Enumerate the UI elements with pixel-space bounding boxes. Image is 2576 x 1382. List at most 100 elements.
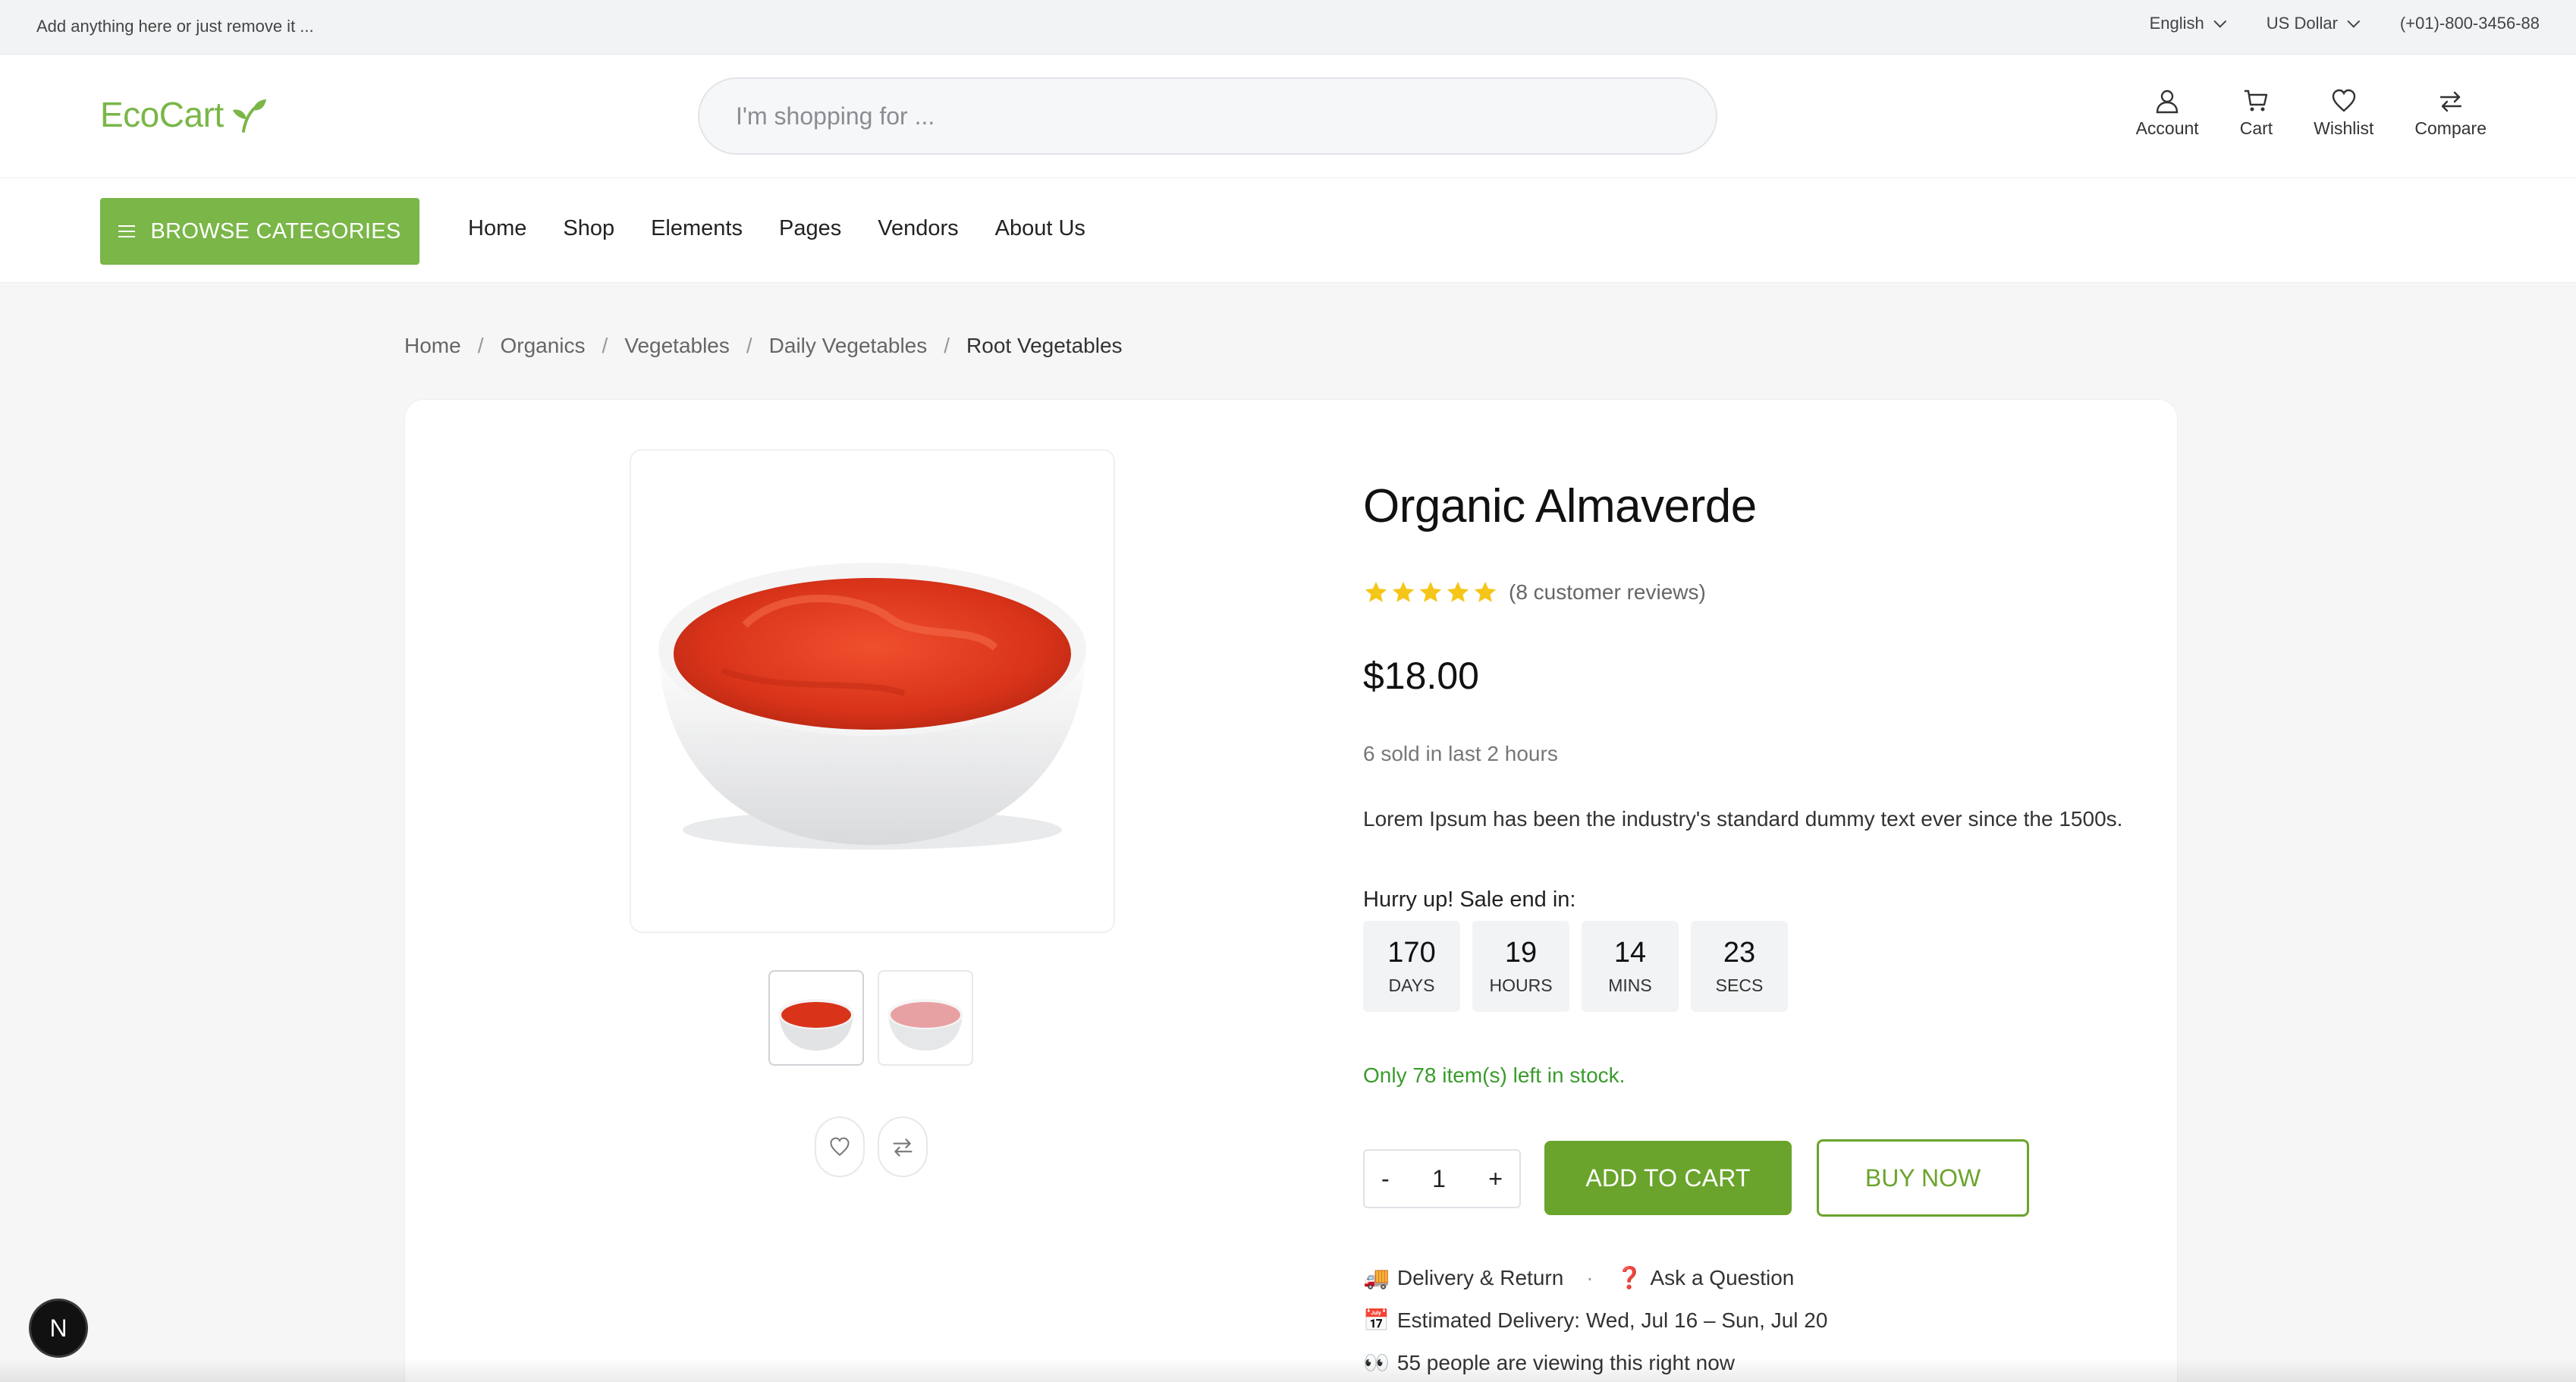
product-thumbnail[interactable] <box>768 970 864 1066</box>
dev-tools-badge[interactable]: N <box>29 1299 88 1358</box>
compare-label: Compare <box>2414 118 2486 138</box>
delivery-return-link[interactable]: Delivery & Return <box>1397 1266 1563 1290</box>
product-main-image[interactable] <box>630 449 1115 933</box>
sauce-bowl-image <box>658 563 1086 850</box>
sale-countdown-heading: Hurry up! Sale end in: <box>1363 887 1576 912</box>
sauce-thumbnail-image <box>778 999 854 1051</box>
breadcrumb-separator: / <box>944 334 950 357</box>
countdown-value: 14 <box>1613 937 1647 969</box>
product-description: Lorem Ipsum has been the industry's stan… <box>1363 807 2123 831</box>
heart-icon <box>2332 89 2355 112</box>
star-icon <box>1447 581 1469 602</box>
nav-link-shop[interactable]: Shop <box>563 216 614 241</box>
countdown-mins: 14 MINS <box>1582 921 1679 1012</box>
stock-status: Only 78 item(s) left in stock. <box>1363 1063 1626 1087</box>
sold-count: 6 sold in last 2 hours <box>1363 742 1558 765</box>
nav-link-home[interactable]: Home <box>468 216 526 241</box>
quantity-decrease-button[interactable]: - <box>1381 1165 1390 1193</box>
product-price: $18.00 <box>1363 655 1479 697</box>
star-rating <box>1363 579 1498 605</box>
add-to-compare-button[interactable] <box>878 1117 928 1177</box>
product-title: Organic Almaverde <box>1363 480 1757 532</box>
user-icon <box>2156 90 2179 114</box>
quantity-stepper: - 1 + <box>1363 1149 1521 1208</box>
chevron-down-icon <box>2213 14 2227 28</box>
buy-now-button[interactable]: BUY NOW <box>1817 1139 2029 1217</box>
nav-link-pages[interactable]: Pages <box>779 216 841 241</box>
countdown-label: HOURS <box>1489 975 1553 995</box>
reviews-link[interactable]: (8 customer reviews) <box>1509 580 1706 605</box>
header: EcoCart Account <box>0 55 2576 178</box>
nav-link-elements[interactable]: Elements <box>651 216 743 241</box>
nav-link-about[interactable]: About Us <box>995 216 1085 241</box>
estimated-delivery: 📅 Estimated Delivery: Wed, Jul 16 – Sun,… <box>1363 1308 1827 1333</box>
countdown-label: MINS <box>1608 975 1652 995</box>
search-input[interactable] <box>736 102 1679 130</box>
browse-categories-button[interactable]: BROWSE CATEGORIES <box>100 198 419 265</box>
promo-text: Add anything here or just remove it ... <box>36 17 314 36</box>
breadcrumb-separator: / <box>477 334 484 357</box>
header-actions: Account Cart Wishlist Compare <box>2136 88 2486 139</box>
nav-bar: BROWSE CATEGORIES Home Shop Elements Pag… <box>0 178 2576 283</box>
countdown-label: DAYS <box>1388 975 1435 995</box>
countdown-value: 170 <box>1387 937 1436 969</box>
breadcrumb-home[interactable]: Home <box>404 334 461 358</box>
separator-dot: · <box>1586 1265 1594 1289</box>
page: Add anything here or just remove it ... … <box>0 0 2576 1382</box>
wishlist-button[interactable]: Wishlist <box>2314 88 2373 139</box>
main-nav: Home Shop Elements Pages Vendors About U… <box>468 216 1085 241</box>
countdown-hours: 19 HOURS <box>1472 921 1569 1012</box>
countdown-value: 19 <box>1504 937 1538 969</box>
breadcrumb-organics[interactable]: Organics <box>500 334 585 358</box>
account-label: Account <box>2135 118 2199 138</box>
countdown-days: 170 DAYS <box>1363 921 1460 1012</box>
truck-icon: 🚚 <box>1363 1266 1390 1289</box>
product-thumbnail[interactable] <box>878 970 973 1066</box>
calendar-icon: 📅 <box>1363 1308 1390 1332</box>
wishlist-label: Wishlist <box>2314 118 2374 138</box>
leaf-icon <box>232 99 266 133</box>
logo-text: EcoCart <box>100 95 224 134</box>
question-icon: ❓ <box>1616 1266 1643 1289</box>
ask-question-link[interactable]: Ask a Question <box>1650 1266 1794 1290</box>
logo[interactable]: EcoCart <box>100 94 268 135</box>
product-rating: (8 customer reviews) <box>1363 579 1706 605</box>
compare-button[interactable]: Compare <box>2414 88 2486 139</box>
breadcrumb-separator: / <box>602 334 608 357</box>
estimated-delivery-text: Estimated Delivery: Wed, Jul 16 – Sun, J… <box>1396 1308 1828 1332</box>
quantity-input[interactable]: 1 <box>1432 1165 1446 1193</box>
star-icon <box>1419 581 1442 602</box>
countdown-secs: 23 SECS <box>1691 921 1788 1012</box>
add-to-wishlist-button[interactable] <box>815 1117 865 1177</box>
language-select[interactable]: English <box>2150 14 2227 33</box>
nav-link-vendors[interactable]: Vendors <box>878 216 958 241</box>
star-icon <box>1474 581 1497 602</box>
heart-icon <box>830 1137 850 1157</box>
browse-categories-label: BROWSE CATEGORIES <box>150 218 401 243</box>
account-button[interactable]: Account <box>2136 88 2199 139</box>
breadcrumb: Home / Organics / Vegetables / Daily Veg… <box>404 334 1123 358</box>
cart-label: Cart <box>2239 118 2273 138</box>
countdown-value: 23 <box>1723 937 1756 969</box>
top-bar: Add anything here or just remove it ... … <box>0 0 2576 55</box>
top-bar-right: English US Dollar (+01)-800-3456-88 <box>2150 14 2540 33</box>
compare-icon <box>893 1139 913 1157</box>
cart-icon <box>2245 90 2268 112</box>
menu-icon <box>118 225 136 237</box>
cart-button[interactable]: Cart <box>2240 88 2273 139</box>
breadcrumb-daily-vegetables[interactable]: Daily Vegetables <box>769 334 928 358</box>
product-help-links: 🚚 Delivery & Return · ❓ Ask a Question <box>1363 1265 1794 1290</box>
quantity-increase-button[interactable]: + <box>1488 1165 1503 1193</box>
bottom-shadow <box>0 1358 2576 1382</box>
cream-sauce-thumbnail-image <box>887 999 963 1051</box>
add-to-cart-button[interactable]: ADD TO CART <box>1544 1141 1792 1215</box>
compare-icon <box>2439 91 2461 112</box>
breadcrumb-current: Root Vegetables <box>966 334 1123 357</box>
breadcrumb-separator: / <box>746 334 752 357</box>
countdown-label: SECS <box>1715 975 1764 995</box>
breadcrumb-vegetables[interactable]: Vegetables <box>624 334 730 358</box>
phone-number: (+01)-800-3456-88 <box>2399 14 2540 33</box>
currency-select[interactable]: US Dollar <box>2267 14 2361 33</box>
search-bar[interactable] <box>698 77 1717 155</box>
star-icon <box>1365 581 1387 602</box>
